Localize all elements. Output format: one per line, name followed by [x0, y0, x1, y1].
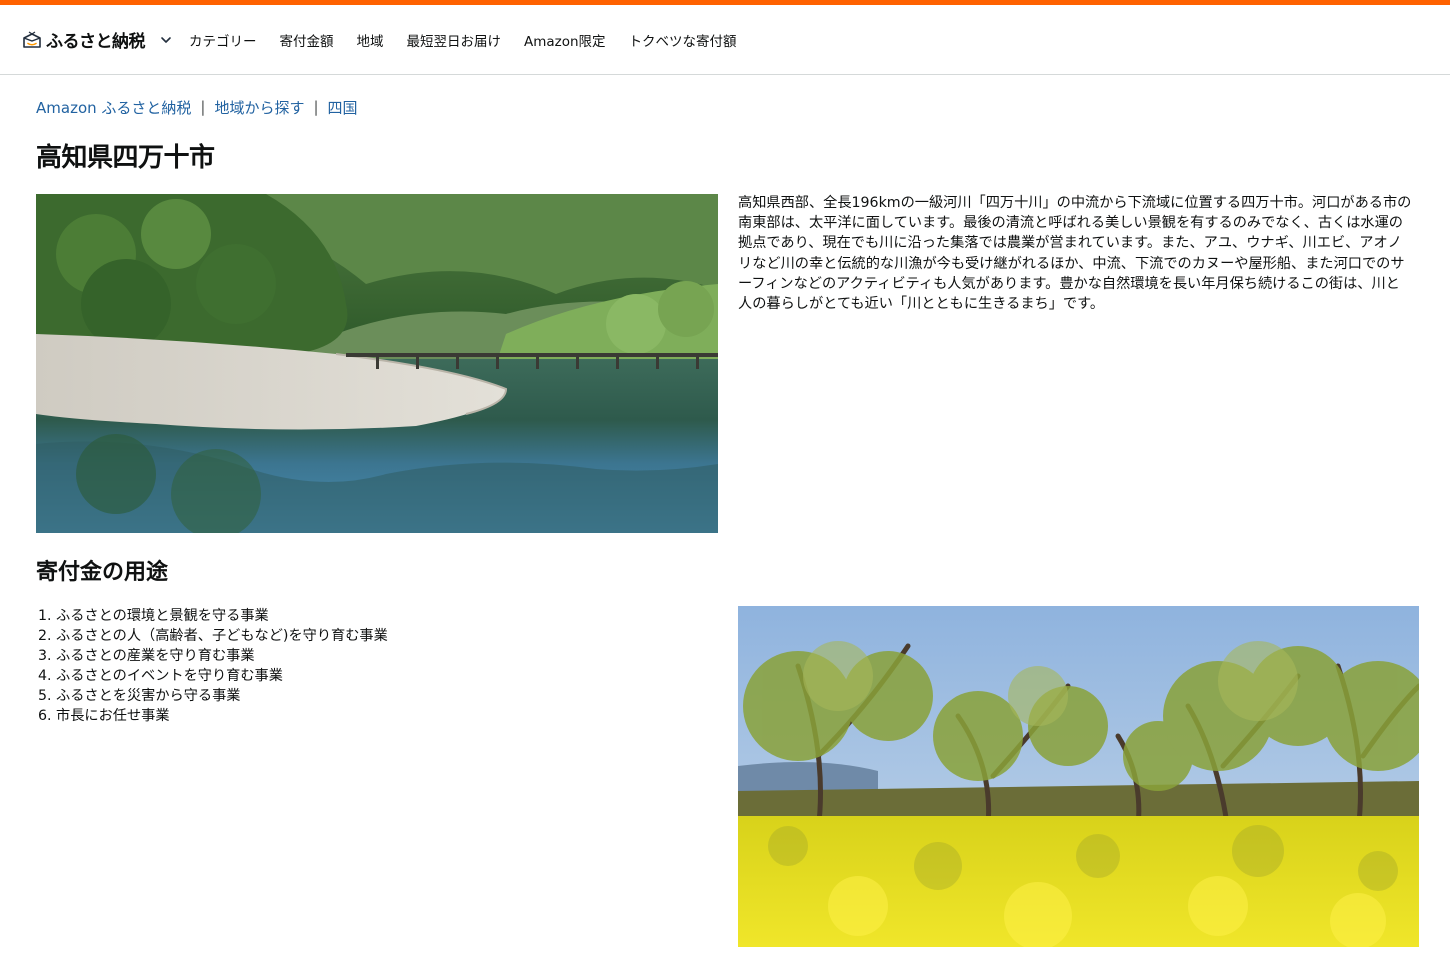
list-item: 3. ふるさとの産業を守り育む事業 [38, 648, 255, 664]
river-landscape-image [36, 194, 718, 533]
nav-donation-amount[interactable]: 寄付金額 [280, 30, 334, 50]
page-title: 高知県四万十市 [36, 143, 215, 173]
breadcrumb-region-search[interactable]: 地域から探す [214, 97, 304, 118]
breadcrumb-shikoku[interactable]: 四国 [328, 97, 358, 118]
list-item: 2. ふるさとの人（高齢者、子どもなど)を守り育む事業 [38, 628, 388, 644]
breadcrumb-furusato[interactable]: Amazon ふるさと納税 [36, 97, 191, 118]
nav-special-amount[interactable]: トクベツな寄付額 [629, 30, 737, 50]
nav-region[interactable]: 地域 [357, 30, 384, 50]
breadcrumb-separator: | [200, 98, 206, 116]
breadcrumb-separator: | [313, 98, 319, 116]
usage-section-title: 寄付金の用途 [36, 560, 169, 585]
usage-list: 1. ふるさとの環境と景観を守る事業 2. ふるさとの人（高齢者、子どもなど)を… [38, 606, 698, 726]
navbar: ふるさと納税 カテゴリー 寄付金額 地域 最短翌日お届け Amazon限定 トク… [0, 5, 1450, 75]
nav-links: カテゴリー 寄付金額 地域 最短翌日お届け Amazon限定 トクベツな寄付額 [189, 30, 760, 50]
nav-category[interactable]: カテゴリー [189, 30, 257, 50]
brand-label: ふるさと納税 [46, 32, 146, 52]
brand-menu[interactable]: ふるさと納税 [21, 20, 173, 60]
nav-fastest-delivery[interactable]: 最短翌日お届け [407, 30, 502, 50]
chevron-down-icon[interactable] [159, 33, 173, 47]
list-item: 1. ふるさとの環境と景観を守る事業 [38, 608, 269, 624]
box-icon [21, 30, 43, 50]
city-description: 高知県西部、全長196kmの一級河川「四万十川」の中流から下流域に位置する四万十… [738, 195, 1412, 313]
list-item: 4. ふるさとのイベントを守り育む事業 [38, 668, 283, 684]
breadcrumb: Amazon ふるさと納税 | 地域から探す | 四国 [36, 96, 358, 118]
list-item: 5. ふるさとを災害から守る事業 [38, 688, 241, 704]
rapeseed-field-image [738, 606, 1419, 947]
list-item: 6. 市長にお任せ事業 [38, 708, 170, 724]
nav-amazon-exclusive[interactable]: Amazon限定 [524, 30, 606, 50]
